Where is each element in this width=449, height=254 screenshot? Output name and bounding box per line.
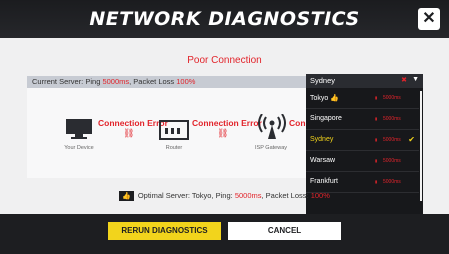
server-select-value: Sydney bbox=[310, 76, 336, 85]
signal-icon: ▮ bbox=[375, 116, 378, 121]
optimal-loss: 100% bbox=[310, 191, 330, 200]
optimal-ping: 5000ms bbox=[234, 191, 262, 200]
server-option-frankfurt[interactable]: Frankfurt ▮ 5000ms bbox=[306, 172, 419, 193]
signal-icon: ▮ bbox=[375, 158, 378, 163]
close-button[interactable]: ✕ bbox=[418, 8, 440, 30]
optimal-server-text: 👍 Optimal Server: Tokyo, Ping: 5000ms, Pa… bbox=[0, 191, 449, 201]
current-ping: 5000ms bbox=[102, 77, 130, 86]
header-bar: NETWORK DIAGNOSTICS ✕ bbox=[0, 0, 449, 38]
dropdown-scrollbar[interactable] bbox=[420, 91, 422, 201]
wifi-tower-icon bbox=[258, 114, 286, 139]
thumbs-up-icon: 👍 bbox=[119, 191, 134, 201]
device-label-router: Router bbox=[165, 145, 183, 151]
network-diagram: Your Device Connection Error ⛓ Router Co… bbox=[27, 88, 307, 178]
monitor-icon bbox=[66, 119, 92, 139]
page-title: NETWORK DIAGNOSTICS bbox=[89, 8, 360, 30]
signal-icon: ▮ bbox=[375, 179, 378, 184]
server-select[interactable]: Sydney ✖ ▼ bbox=[306, 74, 423, 88]
footer-bar: RERUN DIAGNOSTICS CANCEL bbox=[0, 214, 449, 254]
signal-icon: ▮ bbox=[375, 137, 378, 142]
thumbs-up-icon: 👍 bbox=[330, 95, 339, 102]
server-option-tokyo[interactable]: Tokyo 👍 ▮ 5000ms bbox=[306, 88, 419, 109]
close-icon: ✕ bbox=[422, 10, 436, 27]
no-signal-icon: ✖ bbox=[401, 77, 407, 84]
device-label-your-device: Your Device bbox=[64, 145, 94, 151]
connection-error-3: Conne bbox=[289, 118, 307, 128]
server-option-singapore[interactable]: Singapore ▮ 5000ms bbox=[306, 109, 419, 130]
broken-link-icon-2: ⛓ bbox=[217, 128, 229, 138]
cancel-button[interactable]: CANCEL bbox=[228, 222, 341, 240]
current-server-text: Current Server: Ping 5000ms, Packet Loss… bbox=[32, 77, 196, 86]
device-label-isp-gateway: ISP Gateway bbox=[255, 145, 287, 151]
current-loss: 100% bbox=[176, 77, 196, 86]
connection-error-1: Connection Error bbox=[98, 118, 168, 128]
broken-link-icon-1: ⛓ bbox=[123, 128, 135, 138]
signal-icon: ▮ bbox=[375, 95, 378, 100]
server-option-warsaw[interactable]: Warsaw ▮ 5000ms bbox=[306, 151, 419, 172]
rerun-diagnostics-button[interactable]: RERUN DIAGNOSTICS bbox=[108, 222, 221, 240]
server-option-sydney[interactable]: Sydney ▮ 5000ms ✔ bbox=[306, 130, 419, 151]
connection-status: Poor Connection bbox=[187, 55, 262, 66]
checkmark-icon: ✔ bbox=[408, 135, 415, 144]
chevron-down-icon: ▼ bbox=[412, 76, 419, 83]
router-icon bbox=[159, 120, 189, 140]
connection-error-2: Connection Error bbox=[192, 118, 262, 128]
diagnostics-panel: Poor Connection Current Server: Ping 500… bbox=[0, 38, 449, 216]
